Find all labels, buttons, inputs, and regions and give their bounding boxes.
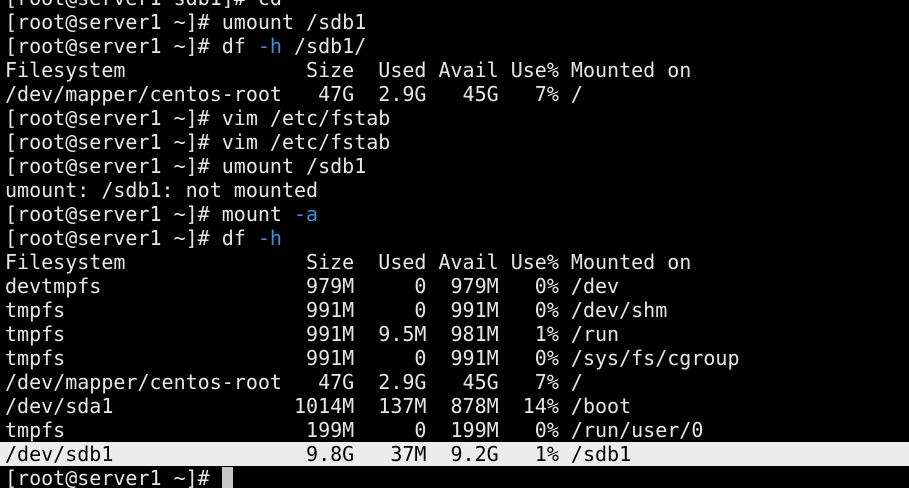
- line-text: [root@server1 ~]# umount /sdb1: [5, 154, 367, 178]
- terminal-line: [root@server1 sdb1]# cd: [5, 0, 909, 10]
- terminal-line: [root@server1 ~]# umount /sdb1: [5, 10, 909, 34]
- terminal-line: tmpfs 991M 0 991M 0% /sys/fs/cgroup: [5, 346, 909, 370]
- terminal-line: [root@server1 ~]# umount /sdb1: [5, 154, 909, 178]
- line-text: [root@server1 ~]# umount /sdb1: [5, 10, 367, 34]
- text-cursor[interactable]: [221, 467, 233, 488]
- line-text: /dev/mapper/centos-root 47G 2.9G 45G 7% …: [5, 370, 583, 394]
- line-text: umount: /sdb1: not mounted: [5, 178, 319, 202]
- terminal-line: /dev/mapper/centos-root 47G 2.9G 45G 7% …: [5, 82, 909, 106]
- terminal-line: [root@server1 ~]#: [5, 466, 909, 488]
- terminal-line: devtmpfs 979M 0 979M 0% /dev: [5, 274, 909, 298]
- command-text: [root@server1 ~]# mount: [5, 202, 294, 226]
- shell-prompt: [root@server1 ~]#: [5, 466, 210, 488]
- line-text: Filesystem Size Used Avail Use% Mounted …: [5, 250, 692, 274]
- line-text: [root@server1 ~]# vim /etc/fstab: [5, 106, 391, 130]
- line-text: [root@server1 ~]# vim /etc/fstab: [5, 130, 391, 154]
- terminal-line: /dev/sda1 1014M 137M 878M 14% /boot: [5, 394, 909, 418]
- line-text: devtmpfs 979M 0 979M 0% /dev: [5, 274, 620, 298]
- terminal-line: Filesystem Size Used Avail Use% Mounted …: [5, 58, 909, 82]
- command-text: [root@server1 ~]# df: [5, 226, 258, 250]
- terminal-line: [root@server1 ~]# df -h /sdb1/: [5, 34, 909, 58]
- terminal-line: [root@server1 ~]# vim /etc/fstab: [5, 106, 909, 130]
- terminal-line: umount: /sdb1: not mounted: [5, 178, 909, 202]
- terminal-line: tmpfs 199M 0 199M 0% /run/user/0: [5, 418, 909, 442]
- line-text: tmpfs 991M 9.5M 981M 1% /run: [5, 322, 620, 346]
- command-text: [root@server1 ~]# df: [5, 34, 258, 58]
- terminal-line: /dev/mapper/centos-root 47G 2.9G 45G 7% …: [5, 370, 909, 394]
- terminal-line: tmpfs 991M 0 991M 0% /dev/shm: [5, 298, 909, 322]
- terminal-line: tmpfs 991M 9.5M 981M 1% /run: [5, 322, 909, 346]
- line-text: Filesystem Size Used Avail Use% Mounted …: [5, 58, 692, 82]
- command-option: -h: [257, 34, 282, 58]
- terminal-line: [root@server1 ~]# vim /etc/fstab: [5, 130, 909, 154]
- line-text: tmpfs 199M 0 199M 0% /run/user/0: [5, 418, 704, 442]
- command-option: -h: [257, 226, 282, 250]
- line-text: /dev/mapper/centos-root 47G 2.9G 45G 7% …: [5, 82, 583, 106]
- terminal-output: [root@server1 sdb1]# cd[root@server1 ~]#…: [0, 0, 909, 488]
- terminal-line: [root@server1 ~]# mount -a: [5, 202, 909, 226]
- terminal-line-selected: /dev/sdb1 9.8G 37M 9.2G 1% /sdb1: [0, 442, 909, 466]
- line-text: tmpfs 991M 0 991M 0% /sys/fs/cgroup: [5, 346, 740, 370]
- terminal-window[interactable]: [root@server1 sdb1]# cd[root@server1 ~]#…: [0, 0, 909, 488]
- command-option: -a: [293, 202, 319, 226]
- terminal-line: [root@server1 ~]# df -h: [5, 226, 909, 250]
- terminal-line: Filesystem Size Used Avail Use% Mounted …: [5, 250, 909, 274]
- line-text: [root@server1 sdb1]# cd: [5, 0, 282, 10]
- line-text: tmpfs 991M 0 991M 0% /dev/shm: [5, 298, 668, 322]
- command-argument: /sdb1/: [281, 34, 367, 58]
- line-text: /dev/sdb1 9.8G 37M 9.2G 1% /sdb1: [5, 442, 632, 466]
- line-text: /dev/sda1 1014M 137M 878M 14% /boot: [5, 394, 632, 418]
